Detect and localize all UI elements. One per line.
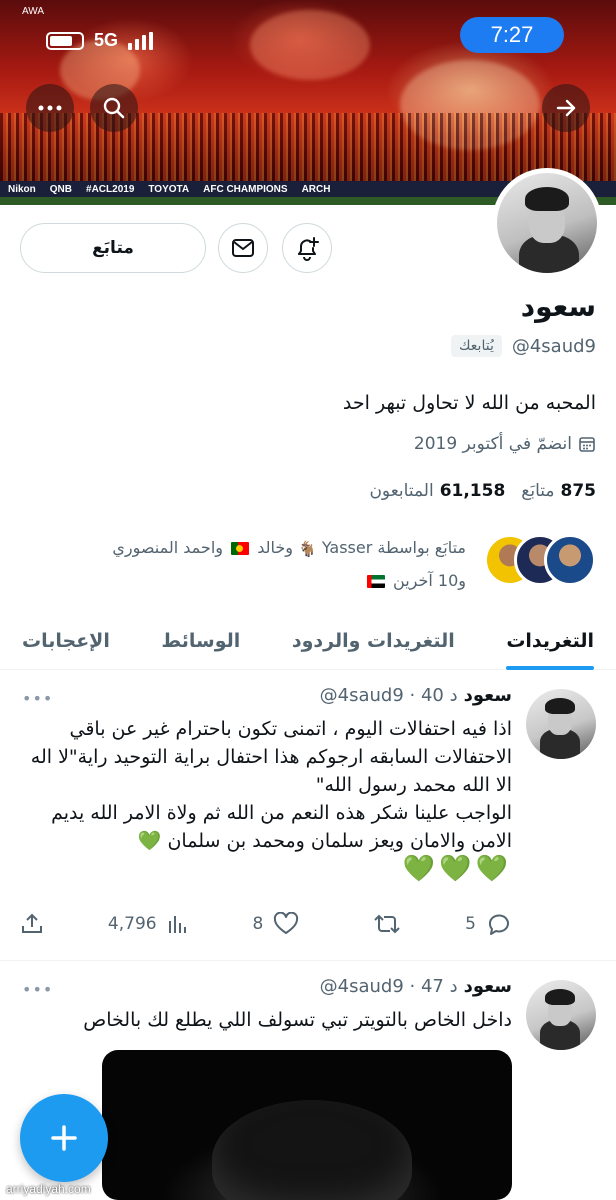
- tab-tweets[interactable]: التغريدات: [506, 612, 594, 670]
- handle-row: @4saud9 يُتابعك: [451, 335, 596, 357]
- ad-board: ARCH: [301, 183, 331, 195]
- network-type: 5G: [94, 30, 119, 50]
- profile-tabs: التغريدات التغريدات والردود الوسائط الإع…: [0, 612, 616, 670]
- tweet-meta: @4saud9 · 40 د: [319, 685, 458, 706]
- signal-icon: [128, 31, 154, 50]
- more-button[interactable]: [26, 84, 74, 132]
- following-button[interactable]: متابَع: [20, 223, 206, 273]
- like-icon: [274, 912, 299, 934]
- add-notification-icon: [298, 237, 319, 261]
- tweet-actions: 5 8 4,796: [20, 909, 512, 939]
- profile-bio: المحبه من الله لا تحاول تبهر احد: [342, 392, 596, 414]
- following-count: 875: [560, 481, 597, 501]
- tweet-text: اذا فيه احتفالات اليوم ، اتمنى تكون باحت…: [20, 715, 512, 883]
- tweet-header: سعود @4saud9 · 47 د: [320, 976, 512, 997]
- profile-name: سعود: [520, 290, 596, 323]
- tweet-hearts: 💚💚💚: [402, 854, 512, 884]
- back-button[interactable]: [542, 84, 590, 132]
- search-icon: [103, 97, 125, 119]
- forward-arrow-icon: [556, 99, 576, 117]
- joined-date: انضمّ في أكتوبر 2019: [414, 434, 596, 454]
- tweet-text-line: الواجب علينا شكر هذه النعم من الله ثم ول…: [51, 802, 512, 852]
- known-follower-name: واحمد المنصوري: [112, 538, 223, 557]
- more-icon: [38, 105, 62, 111]
- reply-count: 5: [465, 914, 476, 934]
- watermark: arriyadiyah.com: [6, 1182, 91, 1196]
- compose-button[interactable]: [20, 1094, 108, 1182]
- tweet-text-line: اذا فيه احتفالات اليوم ، اتمنى تكون باحت…: [30, 718, 512, 796]
- portugal-flag-icon: [231, 542, 250, 555]
- tweet-avatar[interactable]: [526, 980, 596, 1050]
- notifications-button[interactable]: [282, 223, 332, 273]
- media-subject: [212, 1100, 412, 1200]
- known-follower-name: Yasser: [321, 538, 373, 557]
- avatar-hair: [525, 187, 569, 211]
- reply-icon: [488, 914, 509, 935]
- followers-count: 61,158: [439, 481, 506, 501]
- following-label: متابَع: [521, 481, 555, 501]
- reply-button[interactable]: 5: [465, 912, 512, 936]
- tweet-header: سعود @4saud9 · 40 د: [320, 685, 512, 706]
- tweet-more-icon[interactable]: •••: [22, 980, 53, 999]
- tweet-media[interactable]: [102, 1050, 512, 1200]
- known-followers-avatars: [482, 534, 596, 588]
- tweet-more-icon[interactable]: •••: [22, 689, 53, 708]
- calendar-icon: [579, 437, 595, 452]
- known-followers[interactable]: متابَع بواسطة Yasser 🐐 وخالد واحمد المنص…: [16, 530, 596, 590]
- known-followers-prefix: متابَع بواسطة: [377, 538, 466, 557]
- profile-avatar[interactable]: [492, 168, 602, 278]
- avatar-hair: [545, 698, 575, 714]
- like-button[interactable]: 8: [252, 912, 299, 936]
- tweet-meta: @4saud9 · 47 د: [319, 976, 458, 997]
- known-follower-name: وخالد: [257, 538, 293, 557]
- profile-stats: 875 متابَع 61,158 المتابعون: [369, 481, 596, 501]
- battery-icon: [46, 31, 84, 50]
- ad-board: TOYOTA: [148, 183, 190, 195]
- followers-stat[interactable]: 61,158 المتابعون: [369, 481, 505, 501]
- tweet[interactable]: سعود @4saud9 · 40 د ••• اذا فيه احتفالات…: [0, 671, 616, 961]
- tweet-author-name: سعود: [463, 976, 512, 997]
- share-button[interactable]: [20, 912, 44, 936]
- views-button[interactable]: 4,796: [108, 913, 189, 935]
- tweet-avatar[interactable]: [526, 689, 596, 759]
- following-stat[interactable]: 875 متابَع: [521, 481, 596, 501]
- uae-flag-icon: [366, 574, 385, 588]
- goat-icon: 🐐: [298, 539, 317, 558]
- carrier-label: AWA: [22, 6, 45, 17]
- retweet-button[interactable]: [363, 912, 401, 936]
- mail-icon: [232, 239, 254, 257]
- tweet-text: داخل الخاص بالتويتر تبي تسولف اللي يطلع …: [83, 1009, 512, 1031]
- joined-text: انضمّ في أكتوبر 2019: [413, 434, 572, 454]
- avatar: [544, 534, 596, 586]
- tab-tweets-replies[interactable]: التغريدات والردود: [292, 612, 455, 670]
- status-bar: AWA 5G 7:27: [0, 0, 616, 70]
- compose-icon: [51, 1125, 77, 1151]
- status-time: 7:27: [460, 17, 564, 53]
- profile-handle: @4saud9: [511, 335, 596, 357]
- view-count: 4,796: [107, 914, 157, 934]
- ad-board: #ACL2019: [86, 183, 135, 195]
- message-button[interactable]: [218, 223, 268, 273]
- search-button[interactable]: [90, 84, 138, 132]
- retweet-icon: [374, 914, 400, 934]
- avatar-hair: [545, 989, 575, 1005]
- tweet-author-name: سعود: [463, 685, 512, 706]
- known-followers-text: متابَع بواسطة Yasser 🐐 وخالد واحمد المنص…: [16, 532, 466, 597]
- known-followers-more: و10 آخرين: [393, 570, 466, 590]
- tab-likes[interactable]: الإعجابات: [22, 612, 110, 670]
- views-icon: [168, 916, 186, 933]
- tab-media[interactable]: الوسائط: [161, 612, 240, 670]
- status-indicators: 5G: [46, 30, 154, 51]
- share-icon: [22, 913, 42, 933]
- followers-label: المتابعون: [369, 481, 434, 501]
- follows-you-badge: يُتابعك: [451, 335, 502, 357]
- like-count: 8: [252, 914, 264, 934]
- ad-board: Nikon: [8, 183, 36, 195]
- ad-board: AFC CHAMPIONS: [203, 183, 288, 195]
- ad-board: QNB: [49, 183, 73, 195]
